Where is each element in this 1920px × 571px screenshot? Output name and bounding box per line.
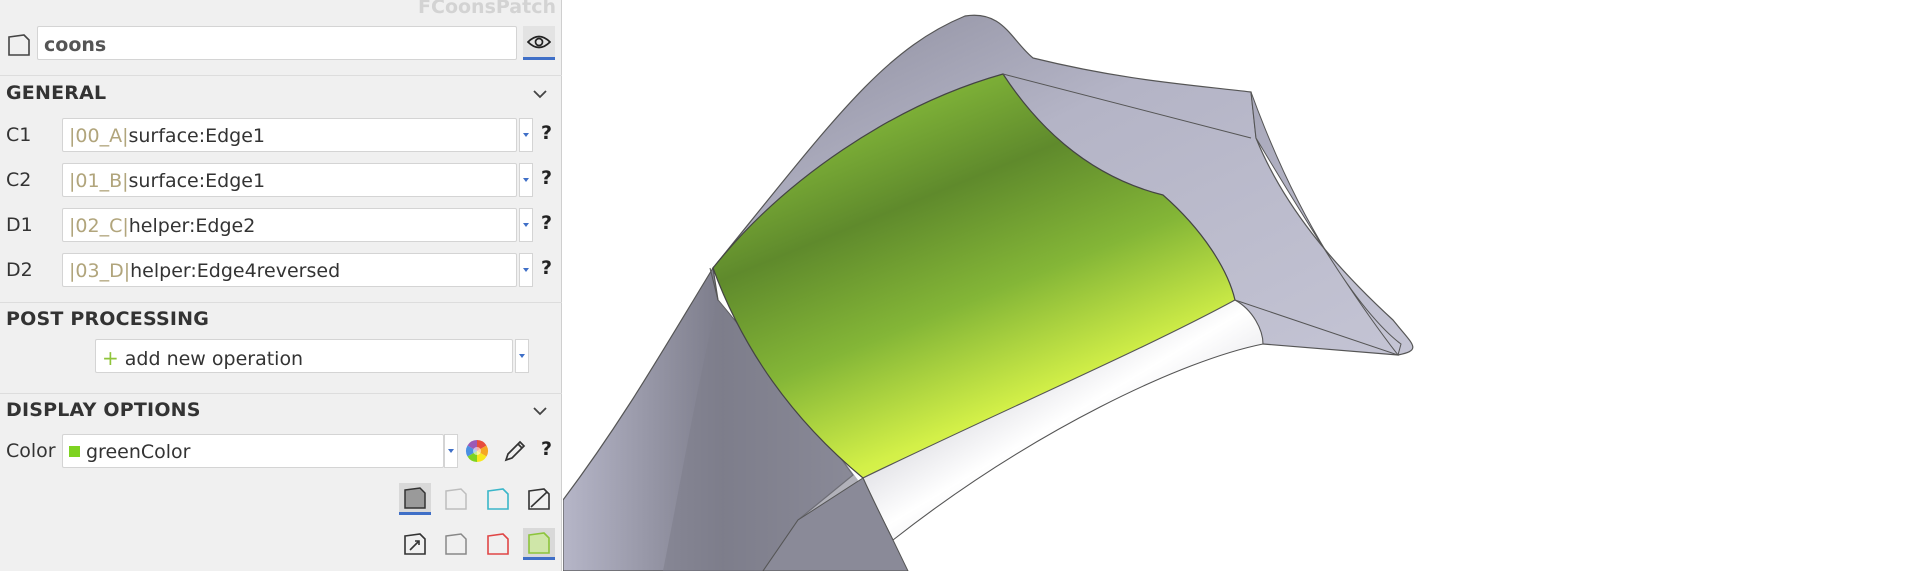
add-operation-field[interactable]: + add new operation (95, 339, 513, 373)
plus-icon: + (102, 346, 119, 370)
edge-label: D2 (6, 259, 33, 281)
edge-d1-field[interactable]: |02_C|helper:Edge2 (62, 208, 517, 242)
add-operation-dropdown-button[interactable] (515, 339, 529, 373)
divider (0, 302, 562, 303)
edge-label: D1 (6, 214, 33, 236)
visibility-toggle-button[interactable] (523, 26, 555, 60)
edge-c2-dropdown-button[interactable] (519, 163, 533, 197)
edge-value: surface:Edge1 (128, 125, 266, 147)
edge-row-c1: C1 |00_A|surface:Edge1 ? (0, 118, 562, 152)
edge-value: helper:Edge4reversed (130, 260, 341, 282)
shaded-surface-icon (404, 486, 426, 509)
grey-surface-icon (445, 533, 467, 555)
normals-surface-icon (404, 533, 426, 555)
edge-row-d2: D2 |03_D|helper:Edge4reversed ? (0, 253, 562, 287)
edge-c2-field[interactable]: |01_B|surface:Edge1 (62, 163, 517, 197)
edge-d2-dropdown-button[interactable] (519, 253, 533, 287)
chevron-down-icon[interactable] (531, 402, 549, 420)
3d-viewport[interactable] (562, 0, 1920, 571)
edge-prefix: |00_A| (69, 125, 129, 147)
edge-prefix: |02_C| (69, 215, 129, 237)
color-select[interactable]: greenColor (62, 434, 444, 468)
color-dropdown-button[interactable] (444, 434, 458, 468)
display-mode-diagonal-button[interactable] (523, 483, 555, 515)
add-operation-label: add new operation (124, 348, 304, 370)
display-mode-shaded-button[interactable] (399, 483, 431, 515)
object-type-label: FCoonsPatch (418, 0, 556, 18)
app-window: FCoonsPatch coons GENERAL C1 |00_A|surfa… (0, 0, 1920, 571)
outline-surface-icon (445, 488, 467, 510)
help-button[interactable]: ? (541, 212, 552, 234)
divider (0, 393, 562, 394)
color-label: Color (6, 440, 56, 462)
help-button[interactable]: ? (541, 122, 552, 144)
properties-panel: FCoonsPatch coons GENERAL C1 |00_A|surfa… (0, 0, 562, 571)
green-surface-icon (528, 531, 550, 554)
edge-label: C2 (6, 169, 32, 191)
color-value: greenColor (86, 441, 191, 463)
divider (0, 75, 562, 76)
display-mode-grey-button[interactable] (440, 528, 472, 560)
edge-c1-field[interactable]: |00_A|surface:Edge1 (62, 118, 517, 152)
edge-row-c2: C2 |01_B|surface:Edge1 ? (0, 163, 562, 197)
color-wheel-icon[interactable] (465, 439, 489, 463)
edge-value: helper:Edge2 (128, 215, 256, 237)
edge-row-d1: D1 |02_C|helper:Edge2 ? (0, 208, 562, 242)
edge-c1-dropdown-button[interactable] (519, 118, 533, 152)
surface-icon (8, 34, 30, 56)
diagonal-surface-icon (528, 488, 550, 510)
color-row: Color greenColor ? (0, 434, 562, 468)
coons-patch-render (562, 14, 1414, 571)
help-button[interactable]: ? (541, 167, 552, 189)
edge-d1-dropdown-button[interactable] (519, 208, 533, 242)
section-title-post-processing: POST PROCESSING (6, 308, 210, 330)
display-mode-green-button[interactable] (523, 528, 555, 560)
edge-value: surface:Edge1 (128, 170, 266, 192)
name-row: coons (0, 22, 562, 62)
help-button[interactable]: ? (541, 438, 552, 460)
help-button[interactable]: ? (541, 257, 552, 279)
edge-label: C1 (6, 124, 32, 146)
eye-icon (527, 35, 551, 48)
pencil-icon[interactable] (502, 438, 528, 464)
object-name-input[interactable]: coons (37, 26, 517, 60)
section-title-display-options: DISPLAY OPTIONS (6, 399, 201, 421)
red-surface-icon (487, 533, 509, 555)
section-title-general: GENERAL (6, 82, 107, 104)
display-mode-boundary-button[interactable] (482, 483, 514, 515)
color-swatch (69, 446, 80, 457)
display-mode-red-button[interactable] (482, 528, 514, 560)
edge-prefix: |03_D| (69, 260, 131, 282)
edge-prefix: |01_B| (69, 170, 129, 192)
display-mode-wire-button[interactable] (440, 483, 472, 515)
edge-d2-field[interactable]: |03_D|helper:Edge4reversed (62, 253, 517, 287)
chevron-down-icon[interactable] (531, 85, 549, 103)
display-mode-normals-button[interactable] (399, 528, 431, 560)
boundary-surface-icon (487, 488, 509, 510)
